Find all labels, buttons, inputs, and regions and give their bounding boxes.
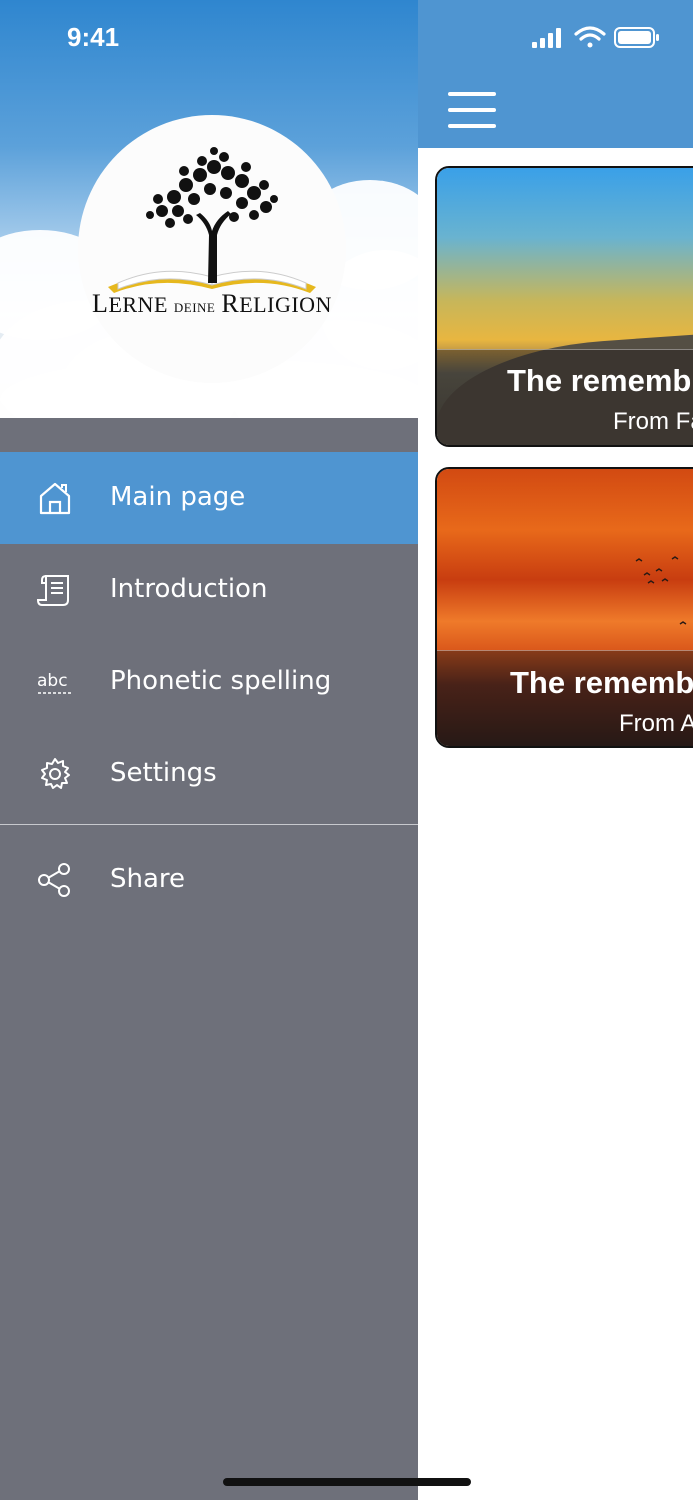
menu-item-label: Introduction xyxy=(110,574,268,604)
menu-item-main-page[interactable]: Main page xyxy=(0,452,418,544)
share-icon xyxy=(38,863,70,897)
menu-item-label: Share xyxy=(110,864,186,894)
drawer-menu: Main page Introduction abc Phonetic spel… xyxy=(0,452,418,932)
divider xyxy=(0,824,418,825)
menu-item-label: Phonetic spelling xyxy=(110,666,332,696)
status-icons xyxy=(532,26,659,48)
birds-decoration xyxy=(632,549,692,632)
card-subtitle: From Fa xyxy=(613,408,693,435)
card-subtitle: From A xyxy=(619,710,693,737)
navigation-drawer: LERNE DEINE RELIGION Main page Introduct… xyxy=(0,0,418,1500)
menu-item-label: Main page xyxy=(110,482,246,512)
top-app-bar xyxy=(418,0,693,148)
content-card[interactable]: The rememb From Fa xyxy=(435,166,693,447)
content-card[interactable]: The rememb From A xyxy=(435,467,693,748)
drawer-header: LERNE DEINE RELIGION xyxy=(0,0,418,418)
hamburger-icon[interactable] xyxy=(448,90,498,134)
menu-item-introduction[interactable]: Introduction xyxy=(0,544,418,636)
gear-icon xyxy=(41,758,70,789)
app-logo: LERNE DEINE RELIGION xyxy=(78,115,346,383)
battery-icon xyxy=(614,27,659,48)
home-indicator xyxy=(223,1478,471,1486)
menu-item-share[interactable]: Share xyxy=(0,828,418,932)
document-icon xyxy=(36,575,69,606)
menu-item-settings[interactable]: Settings xyxy=(0,728,418,820)
signal-icon xyxy=(532,28,561,48)
logo-text: LERNE DEINE RELIGION xyxy=(92,289,332,318)
main-content: The rememb From Fa The rememb From A xyxy=(418,0,693,1500)
menu-item-label: Settings xyxy=(110,758,217,788)
card-title: The rememb xyxy=(507,363,692,398)
home-icon xyxy=(39,482,71,515)
svg-text:abc: abc xyxy=(37,671,68,691)
tree-book-icon xyxy=(108,147,316,293)
card-title: The rememb xyxy=(510,665,693,700)
wifi-icon xyxy=(574,26,606,48)
menu-item-phonetic-spelling[interactable]: abc Phonetic spelling xyxy=(0,636,418,728)
abc-icon: abc xyxy=(37,671,72,694)
status-time: 9:41 xyxy=(67,22,120,52)
